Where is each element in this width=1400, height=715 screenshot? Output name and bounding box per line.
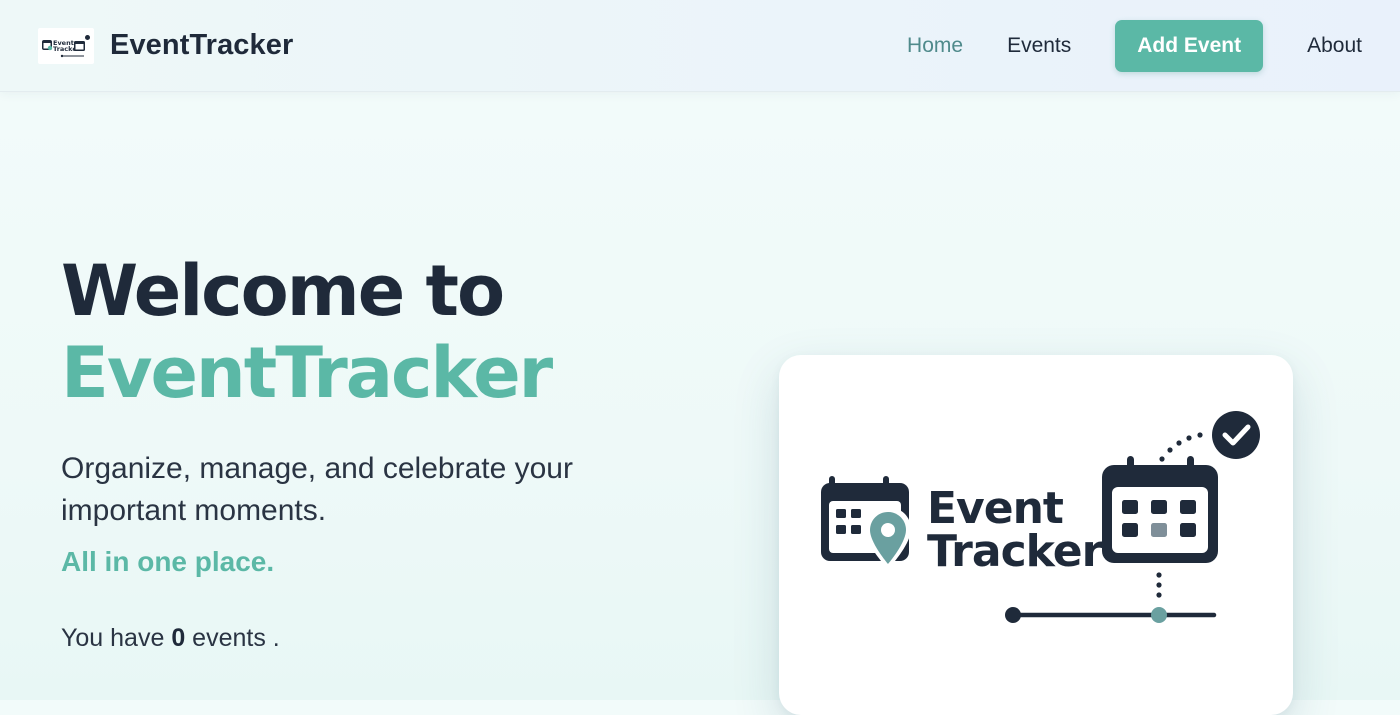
event-count-prefix: You have xyxy=(61,624,165,652)
hero-title-line2: EventTracker xyxy=(61,332,553,414)
hero-title-line1: Welcome to xyxy=(61,250,505,332)
event-count-suffix: events . xyxy=(192,624,280,652)
nav-home-link[interactable]: Home xyxy=(907,34,963,58)
dotted-connector xyxy=(1159,432,1203,462)
card-logo-text-line2: Tracker xyxy=(927,526,1104,577)
calendar-pin-icon xyxy=(821,476,911,569)
navbar: Event Tracker EventTracker Home Events A… xyxy=(0,0,1400,92)
nav-about-link[interactable]: About xyxy=(1307,34,1362,58)
brand-name[interactable]: EventTracker xyxy=(110,29,293,62)
hero-section: Welcome to EventTracker Organize, manage… xyxy=(0,92,1400,715)
event-count: You have 0 events . xyxy=(61,624,701,653)
eventtracker-logo-icon: Event Tracker xyxy=(42,34,90,57)
hero-title: Welcome to EventTracker xyxy=(61,250,701,414)
check-circle-icon xyxy=(1212,411,1260,459)
calendar-icon xyxy=(1102,456,1218,563)
hero-text: Welcome to EventTracker Organize, manage… xyxy=(61,250,701,653)
nav-events-link[interactable]: Events xyxy=(1007,34,1071,58)
timeline-icon xyxy=(1005,572,1217,623)
eventtracker-illustration: Event Tracker xyxy=(821,411,1260,623)
add-event-button[interactable]: Add Event xyxy=(1115,19,1264,72)
hero-tagline: All in one place. xyxy=(61,546,275,577)
event-count-value: 0 xyxy=(171,624,186,652)
main-nav: Home Events Add Event About xyxy=(863,19,1362,72)
hero-subtitle: Organize, manage, and celebrate your imp… xyxy=(61,452,573,527)
logo-card: Event Tracker xyxy=(779,355,1293,715)
brand[interactable]: Event Tracker EventTracker xyxy=(38,27,293,64)
brand-logo: Event Tracker xyxy=(38,27,94,64)
